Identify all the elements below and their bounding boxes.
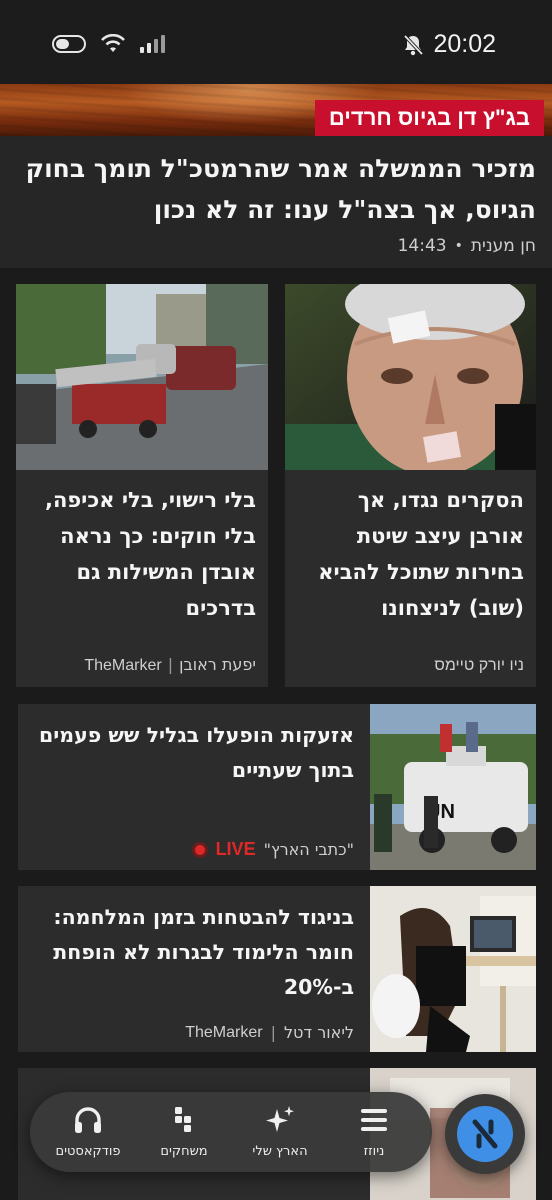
article-author: יפעת ראובן	[179, 655, 256, 674]
hero-meta: חן מענית • 14:43	[398, 236, 536, 256]
bottom-nav: ניוזז הארץ שלי משחקים פודקאסטים	[30, 1092, 432, 1172]
hero-article[interactable]: מזכיר הממשלה אמר שהרמטכ"ל תומך בחוק הגיו…	[0, 136, 552, 268]
article-title[interactable]: בלי רישוי, בלי אכיפה, בלי חוקים: כך נראה…	[28, 482, 256, 626]
signal-icon	[140, 35, 165, 53]
games-icon	[175, 1107, 191, 1132]
hero-section-tag[interactable]: בג"ץ דן בגיוס חרדים	[314, 100, 544, 136]
article-meta: "כתבי הארץ" LIVE	[191, 839, 354, 860]
article-meta: יפעת ראובן|TheMarker	[84, 655, 256, 674]
article-author: "כתבי הארץ"	[263, 840, 354, 859]
article-source: TheMarker	[84, 657, 162, 674]
article-card-exams[interactable]: בניגוד להבטחות בזמן המלחמה: חומר הלימוד …	[18, 886, 536, 1052]
article-meta: ניו יורק טיימס	[434, 655, 524, 675]
article-author: ליאור דטל	[283, 1023, 354, 1042]
nav-item-games[interactable]: משחקים	[138, 1104, 230, 1159]
meta-separator-dot: •	[454, 238, 463, 254]
battery-icon	[52, 35, 86, 53]
hero-headline[interactable]: מזכיר הממשלה אמר שהרמטכ"ל תומך בחוק הגיו…	[11, 148, 536, 230]
article-image-un-vehicle: UN	[370, 704, 536, 870]
nav-item-news[interactable]: ניוזז	[328, 1104, 420, 1159]
bell-muted-icon	[404, 34, 424, 55]
status-bar: 20:02	[0, 0, 552, 84]
nav-label: ניוזז	[363, 1144, 385, 1159]
article-source: ניו יורק טיימס	[434, 657, 524, 674]
article-image-student	[370, 886, 536, 1052]
live-dot-icon	[191, 841, 208, 858]
wifi-icon	[101, 34, 125, 52]
nav-label: הארץ שלי	[252, 1144, 308, 1159]
article-card-orban[interactable]: הסקרים נגדו, אך אורבן עיצב שיטת בחירות ש…	[285, 284, 536, 687]
article-title[interactable]: בניגוד להבטחות בזמן המלחמה: חומר הלימוד …	[32, 900, 354, 1005]
nav-item-my-haaretz[interactable]: הארץ שלי	[234, 1104, 326, 1159]
nav-label: פודקאסטים	[55, 1144, 121, 1159]
nav-label: משחקים	[160, 1144, 208, 1159]
meta-separator: |	[270, 1023, 276, 1042]
sparkle-icon	[266, 1106, 294, 1132]
article-card-roads[interactable]: בלי רישוי, בלי אכיפה, בלי חוקים: כך נראה…	[16, 284, 268, 687]
nav-item-podcasts[interactable]: פודקאסטים	[42, 1104, 134, 1159]
hero-author: חן מענית	[470, 236, 536, 256]
article-card-sirens[interactable]: UN אזעקות הופעלו בגליל שש פעמים בתוך שעת…	[18, 704, 536, 870]
article-image-roads	[16, 284, 268, 470]
clock: 20:02	[433, 30, 496, 58]
article-source: TheMarker	[185, 1023, 263, 1041]
headphones-icon	[75, 1107, 101, 1133]
haaretz-home-button[interactable]	[445, 1094, 525, 1174]
article-title[interactable]: אזעקות הופעלו בגליל שש פעמים בתוך שעתיים	[32, 718, 354, 788]
article-image-orban	[285, 284, 536, 470]
menu-icon	[361, 1109, 387, 1131]
live-badge: LIVE	[215, 839, 256, 859]
hero-time: 14:43	[397, 236, 447, 256]
haaretz-logo-icon	[472, 1119, 498, 1149]
article-title[interactable]: הסקרים נגדו, אך אורבן עיצב שיטת בחירות ש…	[296, 482, 524, 626]
article-meta: ליאור דטל | TheMarker	[185, 1023, 354, 1042]
